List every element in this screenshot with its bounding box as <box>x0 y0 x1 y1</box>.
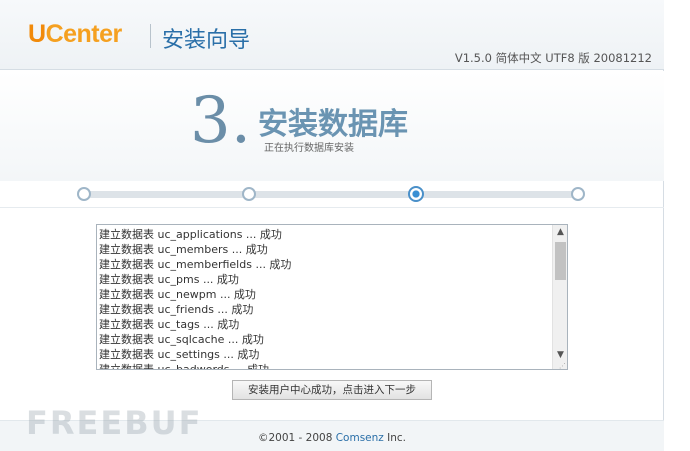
version-info: V1.5.0 简体中文 UTF8 版 20081212 <box>454 51 652 65</box>
ucenter-logo: UCenter <box>28 20 122 49</box>
logo-u: U <box>28 20 46 48</box>
progress-node-4 <box>571 187 585 201</box>
chevron-up-icon[interactable]: ▲ <box>553 225 567 240</box>
log-line: 建立数据表 uc_newpm ... 成功 <box>99 288 256 301</box>
header: UCenter 安装向导 V1.5.0 简体中文 UTF8 版 20081212 <box>0 0 664 70</box>
log-line: 建立数据表 uc_friends ... 成功 <box>99 303 254 316</box>
step-heading: 3. 安装数据库 正在执行数据库安装 <box>0 71 664 181</box>
next-step-button[interactable]: 安装用户中心成功，点击进入下一步 <box>232 380 432 400</box>
watermark: FREEBUF <box>26 404 203 442</box>
resize-grip-icon[interactable]: ⋰ <box>559 363 566 370</box>
log-line: 建立数据表 uc_tags ... 成功 <box>99 318 240 331</box>
copyright-prefix: ©2001 - 2008 <box>257 432 336 444</box>
step-progress <box>0 181 664 207</box>
log-line: 建立数据表 uc_pms ... 成功 <box>99 273 239 286</box>
progress-node-1 <box>77 187 91 201</box>
divider <box>0 207 664 208</box>
log-line: 建立数据表 uc_applications ... 成功 <box>99 228 282 241</box>
progress-node-2 <box>242 187 256 201</box>
step-subtitle: 正在执行数据库安装 <box>264 143 354 154</box>
step-title: 安装数据库 <box>258 107 408 142</box>
chevron-down-icon[interactable]: ▼ <box>553 348 567 363</box>
install-log[interactable]: 建立数据表 uc_applications ... 成功 建立数据表 uc_mem… <box>96 224 568 370</box>
progress-track <box>84 191 578 198</box>
logo-separator <box>150 24 151 48</box>
installer-window: UCenter 安装向导 V1.5.0 简体中文 UTF8 版 20081212… <box>0 0 664 451</box>
log-scrollbar[interactable]: ▲ ▼ ⋰ <box>552 225 567 369</box>
log-line: 建立数据表 uc_memberfields ... 成功 <box>99 258 292 271</box>
log-line: 建立数据表 uc_settings ... 成功 <box>99 348 260 361</box>
log-line: 建立数据表 uc_members ... 成功 <box>99 243 268 256</box>
log-line: 建立数据表 uc_badwords ... 成功 <box>99 363 269 370</box>
step-number: 3. <box>190 84 252 158</box>
brand-link[interactable]: Comsenz <box>336 432 384 444</box>
log-lines: 建立数据表 uc_applications ... 成功 建立数据表 uc_mem… <box>99 227 551 370</box>
wizard-title: 安装向导 <box>162 28 251 53</box>
logo-text: Center <box>45 20 123 48</box>
progress-node-3 <box>408 186 424 202</box>
copyright-suffix: Inc. <box>383 432 407 444</box>
log-line: 建立数据表 uc_sqlcache ... 成功 <box>99 333 264 346</box>
scrollbar-thumb[interactable] <box>555 242 566 280</box>
